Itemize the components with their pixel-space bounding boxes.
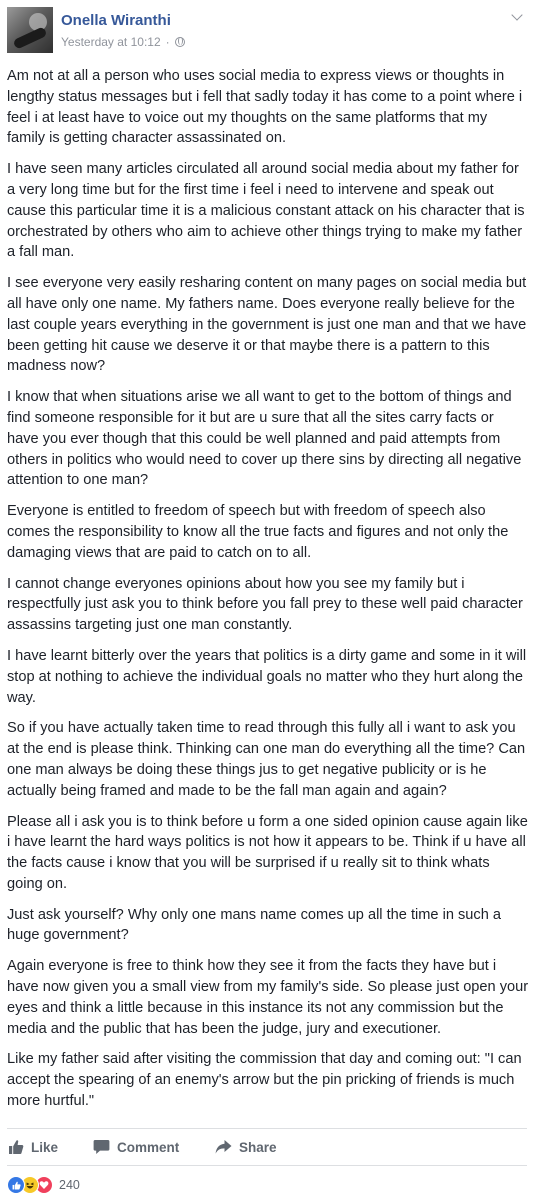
post-paragraph: I cannot change everyones opinions about… [7, 575, 523, 634]
post-paragraph: Just ask yourself? Why only one mans nam… [7, 906, 501, 944]
post-paragraph: So if you have actually taken time to re… [7, 720, 526, 799]
reaction-count[interactable]: 240 [59, 1178, 80, 1192]
reactions-summary[interactable]: 240 [7, 1174, 80, 1196]
comment-label: Comment [117, 1139, 180, 1155]
post-paragraph: I have seen many articles circulated all… [7, 161, 525, 261]
post-paragraph: I have learnt bitterly over the years th… [7, 647, 527, 706]
author-name[interactable]: Onella Wiranthi [61, 12, 171, 29]
post-header: Onella Wiranthi Yesterday at 10:12 · [0, 0, 534, 60]
comment-button[interactable]: Comment [93, 1132, 179, 1162]
post-paragraph: Like my father said after visiting the c… [7, 1051, 522, 1110]
post-meta: Yesterday at 10:12 · [61, 35, 185, 49]
comment-icon [93, 1140, 110, 1154]
thumbs-up-icon [9, 1140, 24, 1154]
like-label: Like [31, 1139, 59, 1155]
like-reaction-icon [7, 1176, 25, 1194]
divider [7, 1128, 527, 1129]
post-paragraph: Am not at all a person who uses social m… [7, 68, 523, 147]
post-paragraph: Again everyone is free to think how they… [7, 958, 529, 1037]
post-body: Am not at all a person who uses social m… [7, 66, 529, 1122]
globe-icon[interactable] [174, 37, 185, 47]
avatar[interactable] [7, 7, 53, 53]
post-paragraph: Everyone is entitled to freedom of speec… [7, 503, 509, 561]
post-options-chevron-icon[interactable] [508, 8, 526, 26]
post-paragraph: Please all i ask you is to think before … [7, 813, 528, 892]
post-paragraph: I see everyone very easily resharing con… [7, 275, 527, 375]
meta-separator: · [165, 35, 170, 49]
share-label: Share [239, 1139, 277, 1155]
share-button[interactable]: Share [215, 1132, 277, 1162]
post-timestamp[interactable]: Yesterday at 10:12 [61, 35, 161, 49]
divider [7, 1165, 527, 1166]
action-bar: Like Comment Share [0, 1132, 534, 1164]
like-button[interactable]: Like [8, 1132, 58, 1162]
post-paragraph: I know that when situations arise we all… [7, 389, 522, 489]
share-arrow-icon [215, 1140, 232, 1154]
